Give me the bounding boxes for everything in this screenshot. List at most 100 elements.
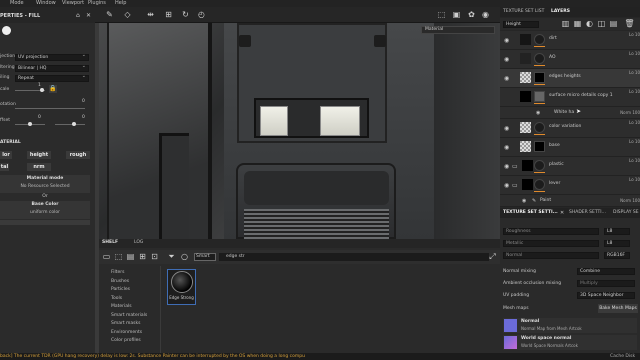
add-layer-icon[interactable]: ▥	[560, 18, 571, 29]
expand-icon[interactable]: ⤢	[487, 251, 498, 262]
add-fill-icon[interactable]: ▦	[572, 18, 583, 29]
symmetry-icon[interactable]: ⇹	[145, 9, 156, 20]
category-smart-materials[interactable]: Smart materials	[111, 312, 147, 321]
layer-color-variation[interactable]: ◉ color variation Lo 10	[500, 119, 640, 138]
color-swatch[interactable]	[0, 220, 90, 225]
import-icon[interactable]: ⊡	[149, 251, 160, 262]
visibility-icon[interactable]: ◉	[504, 125, 509, 132]
layer-surface-micro-details[interactable]: surface micro details copy 1 Lo 10	[500, 88, 640, 107]
tab-texture-set-settings[interactable]: TEXTURE SET SETTI...	[503, 209, 558, 217]
add-folder-icon[interactable]: ▤	[608, 18, 619, 29]
clock-icon[interactable]: ◴	[196, 9, 207, 20]
category-brushes[interactable]: Brushes	[111, 278, 147, 287]
visibility-icon[interactable]: ◉	[504, 182, 509, 189]
menu-item-mode[interactable]: Mode	[10, 0, 24, 7]
ao-mixing-select[interactable]: Multiply	[577, 280, 635, 287]
material-mode-value[interactable]: No Resource Selected	[0, 183, 90, 190]
channel-chip-rough[interactable]: rough	[66, 151, 90, 159]
projection-select[interactable]: UV projection	[15, 53, 89, 61]
erase-icon[interactable]: ◇	[122, 9, 133, 20]
close-icon[interactable]: ✕	[86, 12, 91, 19]
category-filters[interactable]: Filters	[111, 269, 147, 278]
tab-layers[interactable]: LAYERS	[551, 8, 570, 16]
shelf-search-input[interactable]: edge str	[219, 253, 489, 261]
scale-slider-knob[interactable]	[40, 88, 44, 92]
roughness-format-select[interactable]: L8	[604, 228, 630, 235]
video-icon[interactable]: ▣	[451, 9, 462, 20]
circle-filter-icon[interactable]: ○	[179, 251, 190, 262]
offset-x-knob[interactable]	[28, 122, 32, 126]
view-icon[interactable]: ▤	[125, 251, 136, 262]
metallic-format-select[interactable]: L8	[604, 240, 630, 247]
visibility-icon[interactable]: ◉	[504, 144, 509, 151]
roughness-channel-field[interactable]: Roughness	[503, 228, 599, 235]
effect-eye-icon[interactable]: ◉	[536, 110, 540, 116]
uv-padding-select[interactable]: 3D Space Neighbor	[577, 292, 635, 299]
layer-dirt[interactable]: ◉ dirt Lo 10	[500, 31, 640, 50]
add-effect-icon[interactable]: ◫	[596, 18, 607, 29]
normal-channel-field[interactable]: Normal	[503, 252, 599, 259]
bake-mesh-maps-button[interactable]: Bake Mesh Maps	[598, 304, 638, 313]
shelf-item-edge-strong[interactable]: Edge Strong	[167, 269, 196, 305]
metallic-channel-field[interactable]: Metallic	[503, 240, 599, 247]
tab-shelf[interactable]: SHELF	[102, 239, 118, 247]
filtering-select[interactable]: Bilinear | HQ	[15, 64, 89, 72]
delete-layer-icon[interactable]: 🗑	[624, 18, 635, 29]
3d-viewport[interactable]: Material	[99, 23, 500, 239]
filter-icon[interactable]: ⏷	[166, 251, 177, 262]
paint-brush-icon[interactable]: ✎	[104, 9, 115, 20]
camera-icon[interactable]: ◉	[480, 9, 491, 20]
screenshot-icon[interactable]: ⬚	[436, 9, 447, 20]
channel-select[interactable]: Height	[503, 21, 539, 28]
layer-edges-heights[interactable]: ◉ edges heights Lo 10	[500, 69, 640, 88]
category-particles[interactable]: Particles	[111, 286, 147, 295]
grid-icon[interactable]: ⊞	[163, 9, 174, 20]
visibility-icon[interactable]: ◉	[504, 163, 509, 170]
rotate-icon[interactable]: ↻	[180, 9, 191, 20]
effect-eye-icon[interactable]: ◉	[522, 198, 526, 204]
add-icon[interactable]: ⊞	[137, 251, 148, 262]
layer-ao[interactable]: ◉ AO Lo 10	[500, 50, 640, 69]
folder-icon[interactable]: ▭	[101, 251, 112, 262]
rotation-slider[interactable]	[15, 108, 85, 109]
category-environments[interactable]: Environments	[111, 329, 147, 338]
offset-y-slider[interactable]	[55, 124, 85, 125]
category-materials[interactable]: Materials	[111, 303, 147, 312]
layer-lever[interactable]: ◉ ▭ lever Lo 10	[500, 176, 640, 195]
visibility-icon[interactable]: ◉	[504, 56, 509, 63]
layer-effect-white-ha[interactable]: ◉ White ha ➤ Norm 100	[500, 107, 640, 119]
channel-chip-height[interactable]: height	[27, 151, 51, 159]
visibility-icon[interactable]: ◉	[504, 75, 509, 82]
menu-item-viewport[interactable]: Viewport	[62, 0, 84, 7]
tab-texture-set-list[interactable]: TEXTURE SET LIST	[503, 8, 544, 16]
tab-display-settings[interactable]: DISPLAY SE	[613, 209, 639, 217]
base-color-value[interactable]: uniform color	[0, 209, 90, 216]
category-smart-masks[interactable]: Smart masks	[111, 320, 147, 329]
tab-log[interactable]: LOG	[134, 239, 143, 247]
layer-plastic[interactable]: ◉ ▭ plastic Lo 10	[500, 157, 640, 176]
menu-item-plugins[interactable]: Plugins	[88, 0, 106, 7]
visibility-icon[interactable]: ◉	[504, 37, 509, 44]
new-folder-icon[interactable]: ⬚	[113, 251, 124, 262]
normal-mixing-select[interactable]: Combine	[577, 268, 635, 275]
channel-chip-color[interactable]: lor	[0, 151, 12, 159]
layer-paint[interactable]: ◉ ✎ Paint Norm 100	[500, 195, 640, 207]
mesh-map-normal[interactable]: Normal Normal Map from Mesh Artcok	[503, 318, 637, 333]
lock-icon[interactable]: 🔒	[49, 85, 57, 93]
normal-format-select[interactable]: RGB16F	[604, 252, 630, 259]
category-color-profiles[interactable]: Color profiles	[111, 337, 147, 346]
category-tools[interactable]: Tools	[111, 295, 147, 304]
add-mask-icon[interactable]: ◐	[584, 18, 595, 29]
channel-chip-normal[interactable]: nrm	[27, 163, 51, 171]
tiling-select[interactable]: Repeat	[15, 74, 89, 82]
tab-shader-settings[interactable]: SHADER SETTI...	[569, 209, 606, 217]
filter-chip[interactable]: Smart	[194, 253, 216, 261]
menu-item-window[interactable]: Window	[36, 0, 56, 7]
channel-chip-metal[interactable]: tal	[0, 163, 9, 171]
menu-item-help[interactable]: Help	[115, 0, 126, 7]
layer-base[interactable]: ◉ base Lo 10	[500, 138, 640, 157]
python-icon[interactable]: ✿	[466, 9, 477, 20]
close-tab-icon[interactable]: ✕	[560, 210, 564, 216]
mesh-map-world-space-normal[interactable]: World space normal World Space Normals A…	[503, 335, 637, 350]
pin-icon[interactable]: ⌂	[76, 12, 80, 19]
